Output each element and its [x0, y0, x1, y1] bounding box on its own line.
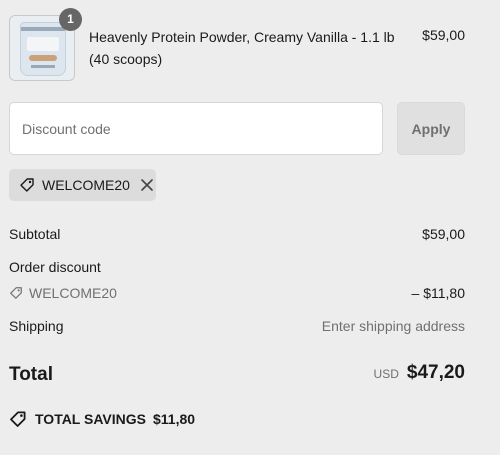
order-discount-label: Order discount — [9, 259, 101, 275]
total-savings-label: TOTAL SAVINGS — [35, 411, 146, 427]
discount-code-input[interactable] — [9, 102, 383, 155]
currency-code: USD — [373, 367, 399, 381]
close-icon[interactable] — [140, 178, 154, 192]
product-price: $59,00 — [422, 27, 465, 43]
apply-button[interactable]: Apply — [397, 102, 465, 155]
order-discount-row: Order discount — [9, 259, 465, 275]
total-row: Total USD $47,20 — [9, 362, 465, 386]
tag-icon — [10, 411, 26, 427]
applied-discount-chip: WELCOME20 — [9, 169, 156, 201]
tag-icon — [10, 287, 22, 299]
subtotal-label: Subtotal — [9, 226, 61, 242]
total-savings-value: $11,80 — [152, 411, 196, 427]
subtotal-row: Subtotal $59,00 — [9, 226, 465, 242]
shipping-row: Shipping Enter shipping address — [9, 318, 465, 334]
total-savings: TOTAL SAVINGS $11,80 — [9, 410, 195, 428]
discount-code-name: WELCOME20 — [29, 285, 117, 301]
discount-code-row: WELCOME20 – $11,80 — [9, 285, 465, 301]
quantity-badge: 1 — [59, 8, 82, 31]
shipping-value: Enter shipping address — [321, 318, 465, 334]
product-bag-image — [20, 22, 66, 76]
subtotal-value: $59,00 — [422, 226, 465, 242]
total-label: Total — [9, 364, 53, 385]
applied-code-label: WELCOME20 — [42, 177, 130, 193]
tag-icon — [20, 178, 34, 192]
total-value: $47,20 — [406, 362, 465, 383]
line-item: 1 Heavenly Protein Powder, Creamy Vanill… — [9, 8, 465, 81]
shipping-label: Shipping — [9, 318, 64, 334]
product-name: Heavenly Protein Powder, Creamy Vanilla … — [89, 29, 395, 67]
discount-value: – $11,80 — [411, 285, 465, 301]
